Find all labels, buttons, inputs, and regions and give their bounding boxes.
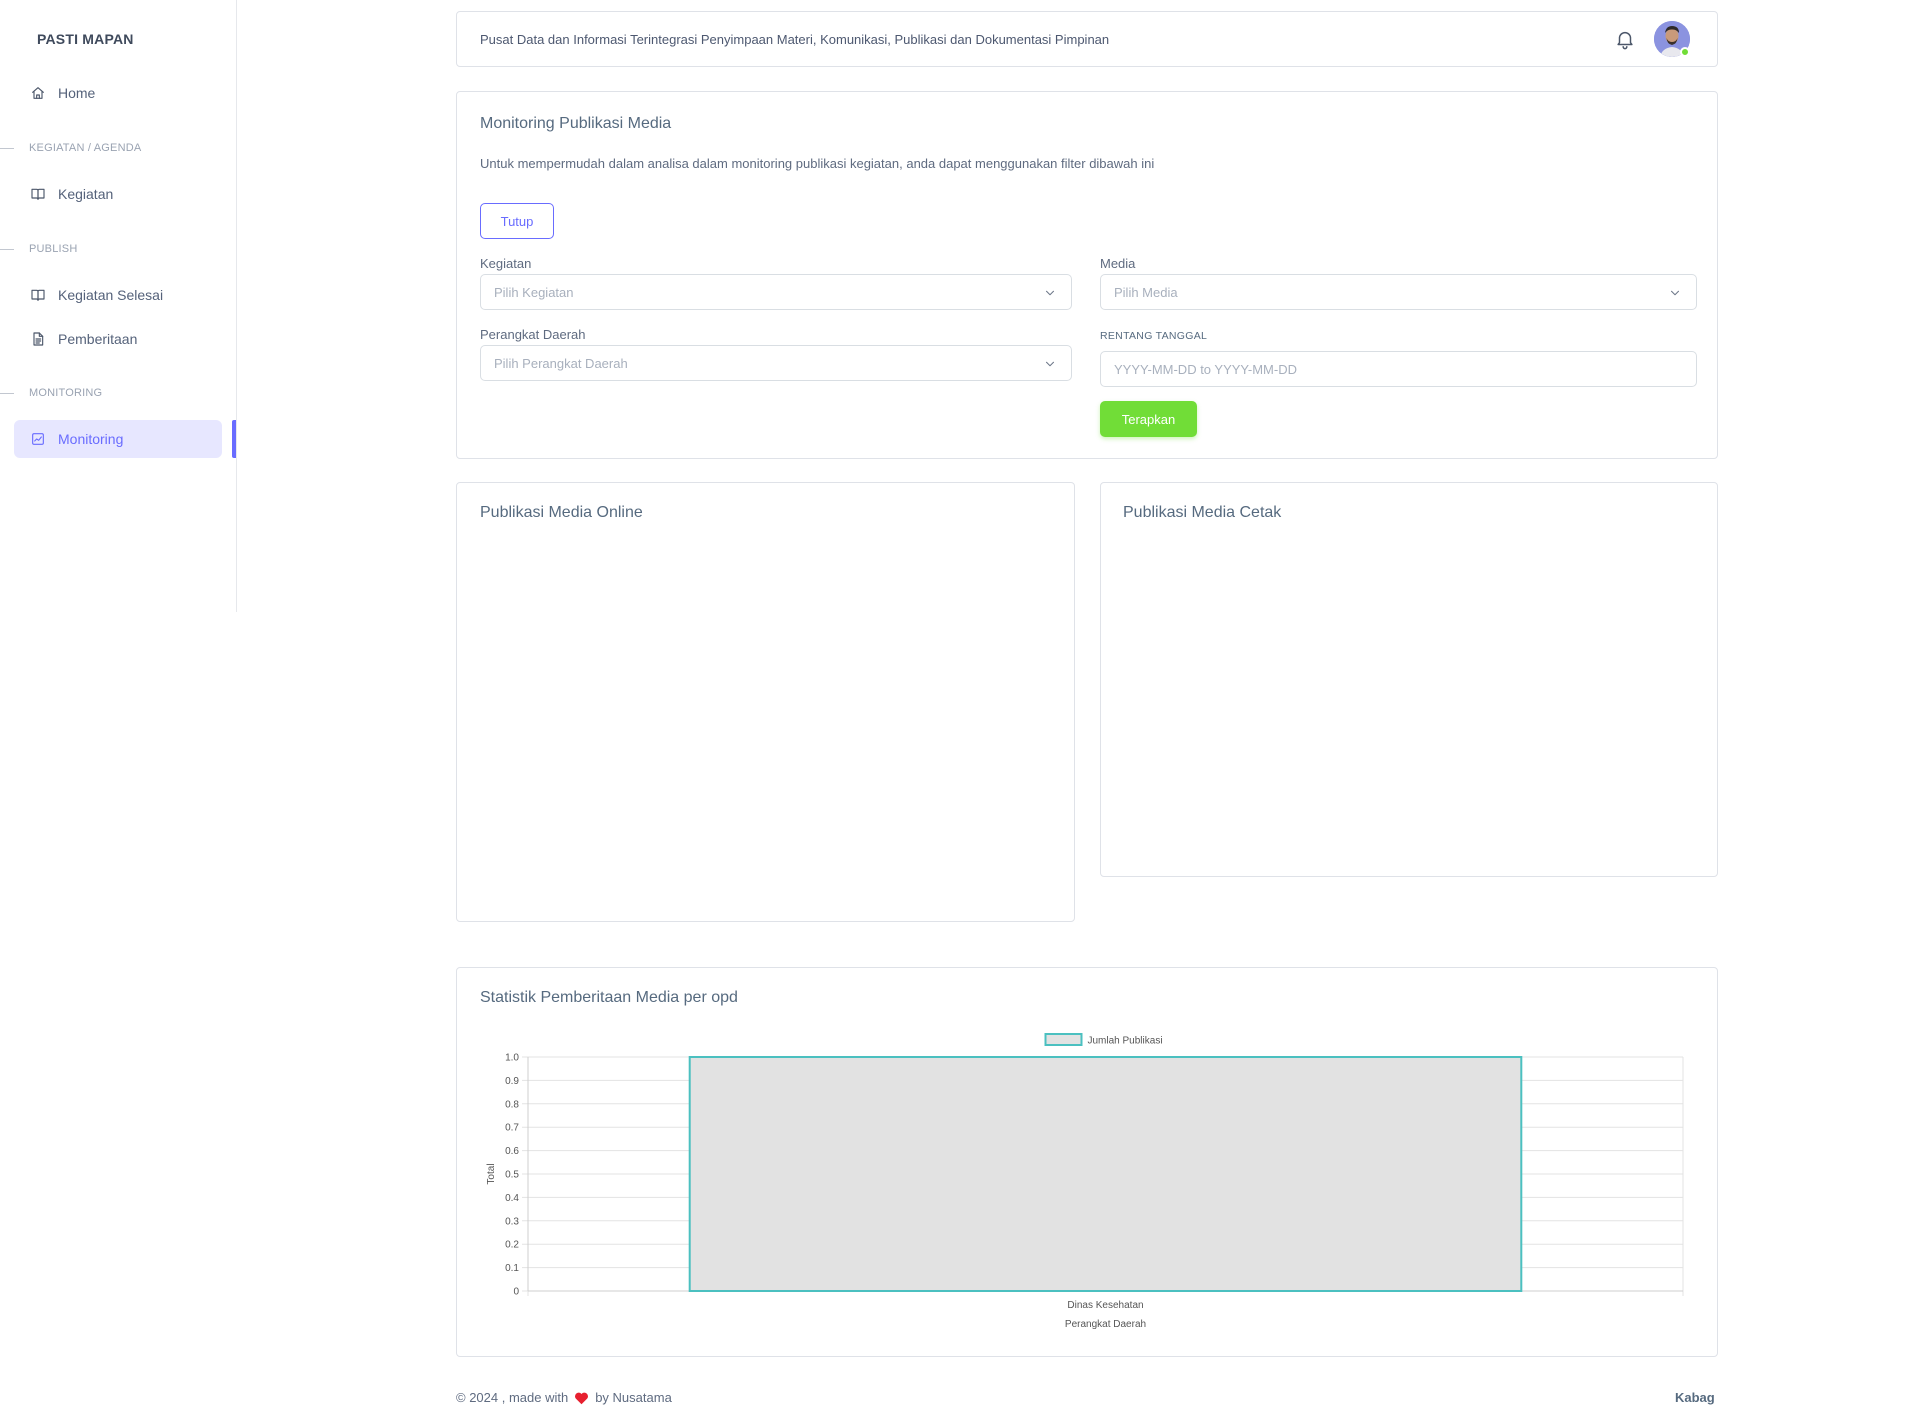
book-icon bbox=[30, 287, 46, 303]
y-tick-label: 0 bbox=[513, 1287, 519, 1298]
chevron-down-icon bbox=[1043, 286, 1057, 300]
apply-filter-button[interactable]: Terapkan bbox=[1100, 401, 1197, 437]
y-tick-label: 0.8 bbox=[505, 1099, 519, 1110]
chevron-down-icon bbox=[1668, 286, 1682, 300]
media-label: Media bbox=[1100, 256, 1136, 271]
section-label: PUBLISH bbox=[29, 243, 78, 255]
close-filter-button[interactable]: Tutup bbox=[480, 203, 554, 239]
date-range-input[interactable] bbox=[1100, 351, 1697, 387]
footer-credit: © 2024 , made with by Nusatama bbox=[456, 1390, 672, 1405]
bar bbox=[688, 1056, 1523, 1292]
rentang-tanggal-label: RENTANG TANGGAL bbox=[1100, 330, 1208, 342]
media-select[interactable]: Pilih Media bbox=[1100, 274, 1697, 310]
footer-prefix: © 2024 , made with bbox=[456, 1390, 569, 1405]
filter-card: Monitoring Publikasi Media Untuk memperm… bbox=[456, 91, 1718, 459]
y-tick-label: 1.0 bbox=[505, 1053, 519, 1064]
sidebar-item-label: Pemberitaan bbox=[58, 331, 138, 347]
sidebar-section-kegiatan: KEGIATAN / AGENDA bbox=[0, 142, 141, 154]
sidebar-item-kegiatan[interactable]: Kegiatan bbox=[14, 175, 222, 213]
sidebar: PASTI MAPAN Home KEGIATAN / AGENDA Kegia… bbox=[0, 0, 237, 612]
statistics-chart: 0 0.1 0.2 0.3 0.4 0.5 0.6 0.7 0.8 0.9 1.0 Dinas Kes… bbox=[486, 1033, 1684, 1330]
y-tick-label: 0.6 bbox=[505, 1146, 519, 1157]
sidebar-item-label: Kegiatan bbox=[58, 186, 114, 202]
active-indicator bbox=[232, 420, 236, 458]
y-tick-label: 0.3 bbox=[505, 1216, 519, 1227]
y-tick-label: 0.5 bbox=[505, 1170, 519, 1181]
app-brand[interactable]: PASTI MAPAN bbox=[37, 31, 134, 47]
footer-suffix: by Nusatama bbox=[595, 1390, 672, 1405]
filter-title: Monitoring Publikasi Media bbox=[480, 115, 672, 132]
statistics-card: Statistik Pemberitaan Media per opd 0 0.1… bbox=[456, 967, 1718, 1357]
kegiatan-placeholder: Pilih Kegiatan bbox=[494, 284, 574, 300]
sidebar-item-home[interactable]: Home bbox=[14, 74, 222, 112]
bell-icon[interactable] bbox=[1614, 28, 1638, 52]
y-axis-title: Total bbox=[486, 1163, 497, 1184]
sidebar-section-publish: PUBLISH bbox=[0, 243, 77, 255]
heart-icon bbox=[574, 1391, 589, 1405]
media-online-card: Publikasi Media Online bbox=[456, 482, 1075, 922]
y-tick-label: 0.1 bbox=[505, 1263, 519, 1274]
kegiatan-label: Kegiatan bbox=[480, 256, 532, 271]
document-icon bbox=[30, 331, 46, 347]
y-tick-label: 0.2 bbox=[505, 1240, 519, 1251]
media-cetak-card: Publikasi Media Cetak bbox=[1100, 482, 1718, 877]
legend-swatch bbox=[1044, 1033, 1083, 1046]
section-label: MONITORING bbox=[29, 387, 103, 399]
perangkat-daerah-select[interactable]: Pilih Perangkat Daerah bbox=[480, 345, 1072, 381]
x-tick-label: Dinas Kesehatan bbox=[1067, 1300, 1143, 1311]
app-title: Pusat Data dan Informasi Terintegrasi Pe… bbox=[480, 32, 1110, 47]
legend-label: Jumlah Publikasi bbox=[1088, 1036, 1163, 1047]
sidebar-item-label: Home bbox=[58, 85, 96, 101]
y-tick-label: 0.7 bbox=[505, 1123, 519, 1134]
sidebar-item-label: Kegiatan Selesai bbox=[58, 287, 164, 303]
sidebar-item-label: Monitoring bbox=[58, 431, 124, 447]
sidebar-item-pemberitaan[interactable]: Pemberitaan bbox=[14, 320, 222, 358]
filter-description: Untuk mempermudah dalam analisa dalam mo… bbox=[480, 156, 1155, 171]
book-icon bbox=[30, 186, 46, 202]
media-placeholder: Pilih Media bbox=[1114, 284, 1178, 300]
perangkat-daerah-label: Perangkat Daerah bbox=[480, 327, 586, 342]
media-online-title: Publikasi Media Online bbox=[480, 504, 643, 521]
perangkat-daerah-placeholder: Pilih Perangkat Daerah bbox=[494, 355, 628, 371]
y-tick-label: 0.4 bbox=[505, 1193, 519, 1204]
sidebar-section-monitoring: MONITORING bbox=[0, 387, 102, 399]
chart-icon bbox=[30, 431, 46, 447]
footer-link-kabag[interactable]: Kabag bbox=[1675, 1390, 1715, 1405]
sidebar-item-monitoring[interactable]: Monitoring bbox=[14, 420, 222, 458]
sidebar-item-kegiatan-selesai[interactable]: Kegiatan Selesai bbox=[14, 276, 222, 314]
top-navbar: Pusat Data dan Informasi Terintegrasi Pe… bbox=[456, 11, 1718, 67]
online-status-dot bbox=[1680, 47, 1690, 57]
x-axis-title: Perangkat Daerah bbox=[1065, 1319, 1146, 1330]
chevron-down-icon bbox=[1043, 357, 1057, 371]
kegiatan-select[interactable]: Pilih Kegiatan bbox=[480, 274, 1072, 310]
media-cetak-title: Publikasi Media Cetak bbox=[1123, 504, 1282, 521]
section-label: KEGIATAN / AGENDA bbox=[29, 142, 142, 154]
y-tick-label: 0.9 bbox=[505, 1076, 519, 1087]
home-icon bbox=[30, 85, 46, 101]
